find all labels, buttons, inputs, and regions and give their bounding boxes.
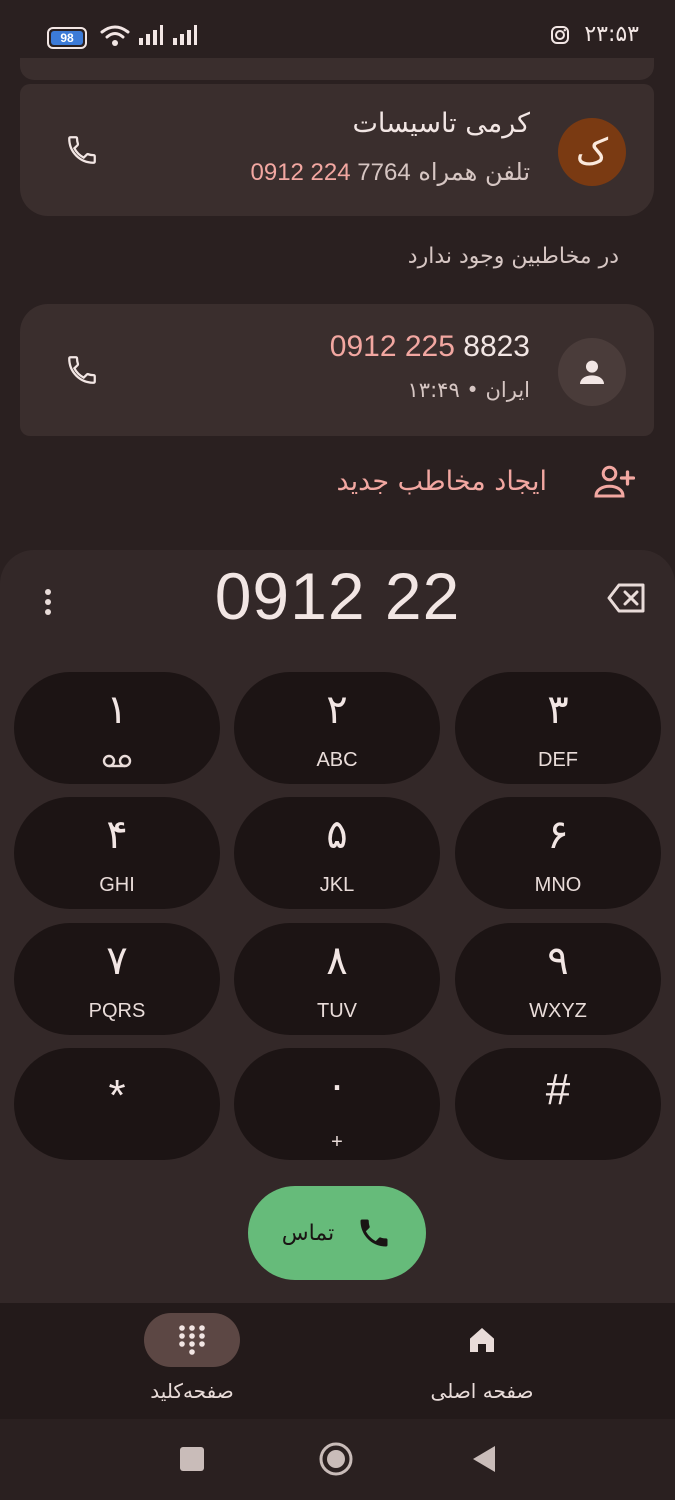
key-3[interactable]: ۳ DEF	[455, 672, 661, 784]
system-nav-bar	[0, 1419, 675, 1500]
battery-level: 98	[51, 31, 83, 45]
key-5[interactable]: ۵ JKL	[234, 797, 440, 909]
key-digit: ۲	[326, 687, 348, 733]
create-contact-label: ایجاد مخاطب جدید	[336, 465, 547, 497]
unknown-avatar	[558, 338, 626, 406]
key-digit: ۴	[106, 812, 128, 858]
nav-home[interactable]: صفحه اصلی	[382, 1313, 582, 1403]
key-9[interactable]: ۹ WXYZ	[455, 923, 661, 1035]
dialed-number[interactable]: 0912 22	[0, 558, 675, 634]
circle-icon	[319, 1442, 353, 1476]
call-contact-button[interactable]	[64, 132, 100, 168]
backspace-icon[interactable]	[607, 580, 647, 616]
key-letters: JKL	[319, 874, 355, 896]
key-4[interactable]: ۴ GHI	[14, 797, 220, 909]
key-hash[interactable]: #	[455, 1048, 661, 1160]
signal-icon	[173, 25, 197, 45]
key-digit: ۷	[106, 938, 128, 984]
unknown-number-rest: 8823	[454, 330, 530, 363]
unknown-number-card[interactable]: 0912 225 8823 ایران • ۱۳:۴۹	[20, 304, 654, 436]
status-icons-right: ۲۳:۵۳	[550, 22, 639, 47]
key-digit: #	[545, 1065, 571, 1114]
key-digit: *	[108, 1071, 126, 1120]
dialpad-icon	[179, 1325, 205, 1355]
dialpad-panel: 0912 22 ۱ ۲ ABC ۳ DEF ۴ GHI ۵ JKL ۶ MNO …	[0, 550, 675, 1304]
call-unknown-button[interactable]	[64, 352, 100, 388]
key-digit: ۱	[106, 687, 128, 733]
nav-keypad[interactable]: صفحه‌کلید	[92, 1313, 292, 1403]
key-1[interactable]: ۱	[14, 672, 220, 784]
phone-icon	[360, 1219, 388, 1247]
unknown-number: 0912 225 8823	[330, 330, 530, 364]
key-letters: PQRS	[88, 1000, 146, 1022]
phone-icon	[68, 356, 96, 384]
contact-name: کرمی تاسیسات	[352, 108, 530, 139]
contact-phone-rest: 7764	[350, 159, 411, 186]
nav-home-label: صفحه اصلی	[430, 1379, 534, 1403]
contact-phone-number: 0912 224 7764	[251, 159, 411, 186]
battery-icon: 98	[47, 27, 87, 49]
contact-phone-line: تلفن همراه 0912 224 7764	[251, 158, 531, 187]
contact-result-card[interactable]: ک کرمی تاسیسات تلفن همراه 0912 224 7764	[20, 84, 654, 216]
key-7[interactable]: ۷ PQRS	[14, 923, 220, 1035]
square-icon	[180, 1447, 204, 1471]
nav-keypad-label: صفحه‌کلید	[150, 1379, 234, 1403]
add-person-icon	[594, 465, 635, 498]
key-star[interactable]: *	[14, 1048, 220, 1160]
instagram-icon	[551, 25, 570, 44]
status-icons-left	[100, 24, 198, 46]
phone-icon	[68, 136, 96, 164]
key-letters: WXYZ	[529, 1000, 587, 1022]
recents-button[interactable]	[174, 1441, 210, 1477]
nav-home-pill	[434, 1313, 530, 1367]
avatar-letter: ک	[575, 131, 609, 173]
key-letters: MNO	[534, 874, 582, 896]
key-digit: ۵	[326, 812, 348, 858]
previous-result-card	[20, 58, 654, 80]
home-icon	[470, 1328, 494, 1352]
key-letters: ABC	[316, 749, 358, 771]
call-button[interactable]: تماس	[248, 1186, 426, 1280]
contact-phone-match: 0912 224	[250, 159, 351, 186]
nav-keypad-pill	[144, 1313, 240, 1367]
key-letters: DEF	[538, 749, 578, 771]
key-8[interactable]: ۸ TUV	[234, 923, 440, 1035]
key-digit: ۰	[326, 1063, 348, 1109]
voicemail-icon	[102, 754, 132, 768]
unknown-number-detail: ایران • ۱۳:۴۹	[407, 378, 530, 402]
unknown-number-match: 0912 225	[329, 330, 455, 363]
contact-avatar: ک	[558, 118, 626, 186]
bottom-nav: صفحه‌کلید صفحه اصلی	[0, 1303, 675, 1419]
clock: ۲۳:۵۳	[584, 22, 639, 47]
key-6[interactable]: ۶ MNO	[455, 797, 661, 909]
key-0[interactable]: ۰ +	[234, 1048, 440, 1160]
back-button[interactable]	[466, 1441, 502, 1477]
key-letters: +	[331, 1131, 343, 1153]
key-digit: ۹	[547, 938, 569, 984]
signal-icon	[139, 25, 163, 45]
home-button[interactable]	[318, 1441, 354, 1477]
create-contact-button[interactable]: ایجاد مخاطب جدید	[336, 456, 635, 506]
key-letters: GHI	[99, 874, 135, 896]
contact-phone-type: تلفن همراه	[418, 158, 530, 186]
wifi-icon	[100, 25, 130, 46]
key-2[interactable]: ۲ ABC	[234, 672, 440, 784]
person-icon	[580, 360, 604, 384]
key-letters: TUV	[317, 1000, 357, 1022]
triangle-back-icon	[473, 1446, 495, 1472]
not-in-contacts-label: در مخاطبین وجود ندارد	[407, 244, 619, 269]
key-digit: ۳	[547, 687, 569, 733]
call-label: تماس	[281, 1220, 335, 1246]
key-digit: ۸	[326, 938, 348, 984]
key-digit: ۶	[547, 812, 569, 858]
